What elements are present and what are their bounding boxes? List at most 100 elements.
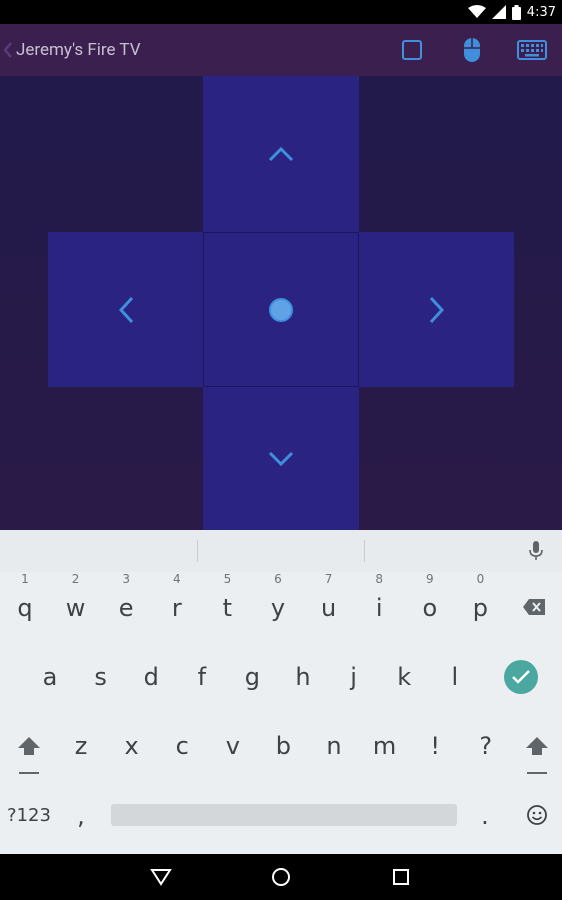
key-label: k bbox=[397, 663, 412, 691]
period-key[interactable]: . bbox=[472, 802, 498, 830]
dpad-left-button[interactable] bbox=[48, 232, 203, 387]
keyboard-icon bbox=[517, 40, 547, 60]
key-s[interactable]: s bbox=[86, 663, 116, 691]
key-label: n bbox=[326, 732, 342, 760]
home-circle-icon bbox=[272, 868, 290, 886]
emoji-key[interactable] bbox=[526, 804, 548, 826]
square-button[interactable] bbox=[400, 36, 424, 64]
suggestion-strip bbox=[0, 530, 562, 572]
soft-keyboard: ?123 , . 1q2w3e4r5t6y7u8i9o0pasdfghjklzx… bbox=[0, 530, 562, 854]
key-f[interactable]: f bbox=[187, 663, 217, 691]
back-icon[interactable] bbox=[2, 38, 12, 62]
enter-key[interactable] bbox=[504, 660, 538, 694]
key-hint: 0 bbox=[476, 572, 485, 586]
checkmark-icon bbox=[512, 670, 530, 684]
battery-icon bbox=[511, 4, 521, 20]
key-hint: 2 bbox=[71, 572, 80, 586]
key-z[interactable]: z bbox=[66, 732, 96, 760]
key-label: v bbox=[225, 732, 240, 760]
key-m[interactable]: m bbox=[370, 732, 400, 760]
mouse-button[interactable] bbox=[462, 36, 482, 64]
key-label: t bbox=[222, 594, 233, 622]
key-label: d bbox=[143, 663, 159, 691]
key-label: o bbox=[422, 594, 438, 622]
key-label: x bbox=[124, 732, 139, 760]
key-k[interactable]: k bbox=[389, 663, 419, 691]
key-b[interactable]: b bbox=[268, 732, 298, 760]
symbols-key[interactable]: ?123 bbox=[4, 802, 54, 830]
key-v[interactable]: v bbox=[218, 732, 248, 760]
nav-back-button[interactable] bbox=[150, 866, 172, 888]
key-label: s bbox=[94, 663, 107, 691]
dpad-right-button[interactable] bbox=[359, 232, 514, 387]
key-i[interactable]: 8i bbox=[364, 572, 394, 622]
key-exclaim[interactable]: ! bbox=[420, 732, 450, 760]
key-hint: 4 bbox=[172, 572, 181, 586]
key-x[interactable]: x bbox=[117, 732, 147, 760]
shift-left-key[interactable] bbox=[16, 735, 42, 775]
key-label: y bbox=[270, 594, 286, 622]
key-o[interactable]: 9o bbox=[415, 572, 445, 622]
dpad-up-button[interactable] bbox=[203, 76, 359, 232]
comma-label: , bbox=[77, 802, 85, 830]
key-u[interactable]: 7u bbox=[314, 572, 344, 622]
key-h[interactable]: h bbox=[288, 663, 318, 691]
key-l[interactable]: l bbox=[440, 663, 470, 691]
symbols-label: ?123 bbox=[7, 805, 51, 826]
nav-home-button[interactable] bbox=[270, 866, 292, 888]
key-question[interactable]: ? bbox=[471, 732, 501, 760]
shift-right-key[interactable] bbox=[524, 735, 550, 775]
key-p[interactable]: 0p bbox=[465, 572, 495, 622]
recents-square-icon bbox=[393, 869, 409, 885]
keyboard-button[interactable] bbox=[516, 36, 548, 64]
shift-icon bbox=[526, 737, 548, 774]
key-hint: 1 bbox=[21, 572, 29, 586]
key-label: l bbox=[451, 663, 459, 691]
key-t[interactable]: 5t bbox=[212, 572, 242, 622]
mouse-icon bbox=[464, 38, 480, 62]
key-d[interactable]: d bbox=[136, 663, 166, 691]
key-g[interactable]: g bbox=[237, 663, 267, 691]
smiley-icon bbox=[527, 805, 547, 825]
key-j[interactable]: j bbox=[339, 663, 369, 691]
key-label: u bbox=[320, 594, 337, 622]
status-time: 4:37 bbox=[526, 4, 556, 20]
dpad-down-button[interactable] bbox=[203, 387, 359, 530]
key-hint: 9 bbox=[425, 572, 434, 586]
key-w[interactable]: 2w bbox=[61, 572, 91, 622]
key-q[interactable]: 1q bbox=[10, 572, 40, 622]
key-a[interactable]: a bbox=[35, 663, 65, 691]
comma-key[interactable]: , bbox=[68, 802, 94, 830]
space-bar[interactable] bbox=[111, 804, 457, 826]
key-r[interactable]: 4r bbox=[162, 572, 192, 622]
navigation-bar bbox=[0, 854, 562, 900]
suggestion-divider bbox=[197, 540, 198, 562]
nav-recents-button[interactable] bbox=[390, 866, 412, 888]
key-c[interactable]: c bbox=[167, 732, 197, 760]
select-dot-icon bbox=[269, 297, 293, 322]
microphone-icon[interactable] bbox=[528, 540, 544, 562]
key-label: ? bbox=[479, 732, 493, 760]
remote-dpad-area bbox=[0, 76, 562, 530]
key-label: c bbox=[175, 732, 189, 760]
key-label: p bbox=[472, 594, 488, 622]
dpad-select-button[interactable] bbox=[203, 232, 359, 387]
key-label: a bbox=[42, 663, 58, 691]
key-label: q bbox=[17, 594, 33, 622]
key-e[interactable]: 3e bbox=[111, 572, 141, 622]
wifi-icon bbox=[467, 5, 486, 19]
key-label: i bbox=[375, 594, 383, 622]
chevron-right-icon bbox=[429, 296, 444, 323]
backspace-icon[interactable] bbox=[522, 598, 546, 616]
key-label: g bbox=[244, 663, 260, 691]
key-label: w bbox=[65, 594, 86, 622]
key-hint: 3 bbox=[122, 572, 130, 586]
key-n[interactable]: n bbox=[319, 732, 349, 760]
chevron-left-icon bbox=[118, 296, 133, 323]
key-hint: 7 bbox=[324, 572, 333, 586]
key-label: h bbox=[295, 663, 311, 691]
chevron-up-icon bbox=[268, 146, 294, 162]
key-y[interactable]: 6y bbox=[263, 572, 293, 622]
key-hint: 6 bbox=[274, 572, 282, 586]
key-label: f bbox=[197, 663, 207, 691]
